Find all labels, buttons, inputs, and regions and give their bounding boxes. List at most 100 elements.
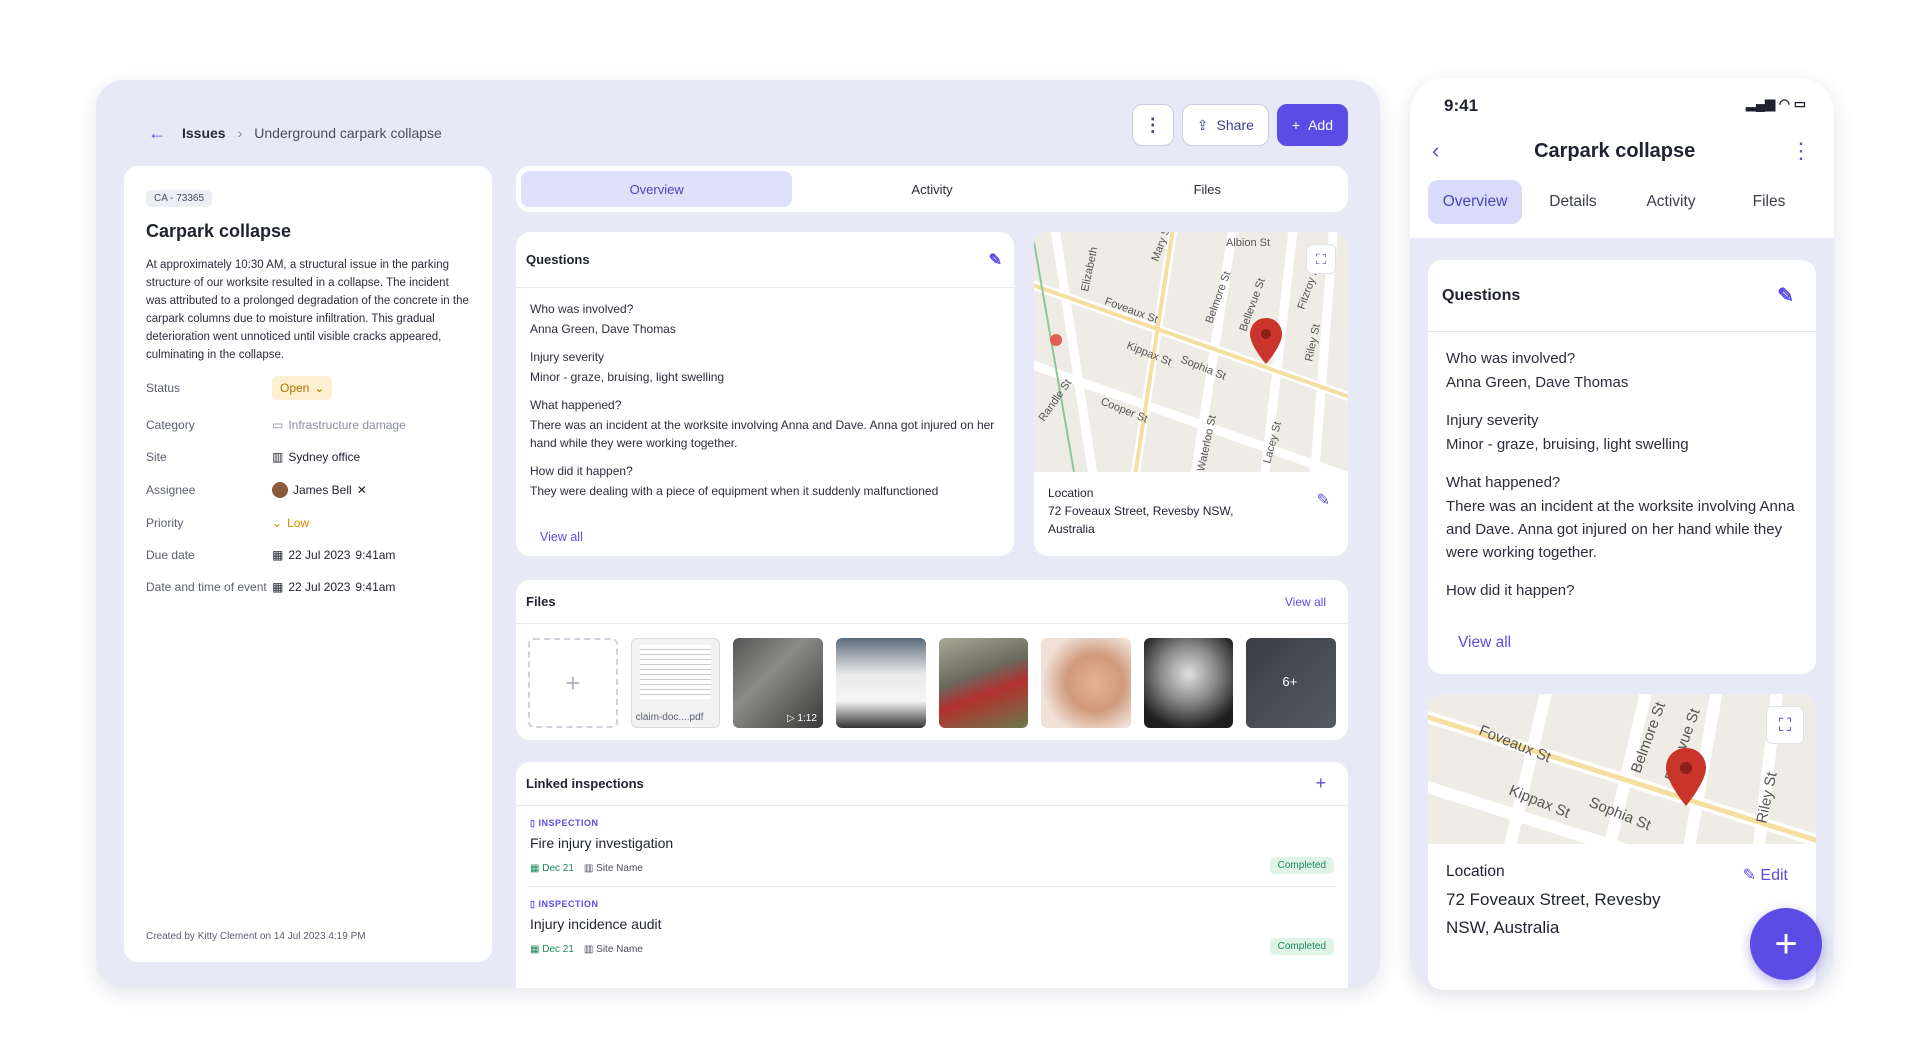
more-files-thumb[interactable]: 6+: [1246, 638, 1337, 728]
prop-event: Date and time of event ▦ 22 Jul 2023 9:41am: [146, 580, 470, 594]
mobile-tab-bar: Overview Details Activity Files: [1410, 164, 1834, 224]
view-all-link[interactable]: View all: [540, 530, 583, 544]
map[interactable]: Foveaux St Belmore St Bellevue St Kippax…: [1428, 694, 1816, 844]
clipboard-icon: ▯: [530, 818, 536, 828]
tab-overview[interactable]: Overview: [1428, 180, 1522, 224]
prop-status: Status Open ⌄: [146, 376, 470, 400]
signal-battery-icon: ▂▄▆ ◠ ▭: [1745, 96, 1806, 111]
priority-value[interactable]: ⌄ Low: [272, 516, 309, 530]
fullscreen-icon[interactable]: ⛶: [1766, 706, 1804, 744]
pencil-icon[interactable]: ✎: [989, 250, 1002, 270]
tab-files[interactable]: Files: [1722, 180, 1816, 224]
file-thumb-image[interactable]: [835, 638, 926, 728]
prop-label: Priority: [146, 516, 184, 530]
site-text: Sydney office: [288, 450, 361, 464]
chevron-right-icon: ›: [237, 125, 243, 141]
file-thumb-doc[interactable]: claim-doc....pdf: [630, 638, 721, 728]
location-label: Location: [1048, 486, 1094, 500]
tag-icon: ▭: [272, 418, 284, 432]
location-address: 72 Foveaux Street, Revesby NSW, Australi…: [1446, 890, 1661, 937]
fullscreen-icon[interactable]: ⛶: [1306, 244, 1336, 274]
pencil-icon[interactable]: ✎: [1317, 492, 1330, 510]
arrow-left-icon[interactable]: ←: [148, 123, 170, 144]
question-item: How did it happen? They were dealing with…: [530, 464, 1000, 500]
prop-category: Category ▭ Infrastructure damage: [146, 418, 470, 432]
linked-inspections-card: Linked inspections + ▯ INSPECTION Fire in…: [516, 762, 1348, 988]
questions-title: Questions: [526, 252, 590, 267]
inspection-label: INSPECTION: [538, 899, 599, 909]
created-by-text: Created by Kitty Clement on 14 Jul 2023 …: [146, 931, 366, 942]
file-thumb-image[interactable]: [938, 638, 1029, 728]
add-button[interactable]: + Add: [1276, 104, 1348, 146]
more-button[interactable]: ⋮: [1131, 104, 1174, 146]
files-view-all-link[interactable]: View all: [1285, 595, 1326, 609]
issue-details-panel: CA - 73365 Carpark collapse At approxima…: [124, 166, 492, 962]
site-value[interactable]: ▥ Sydney office: [272, 450, 360, 464]
avatar: [272, 482, 288, 498]
plus-icon: +: [1291, 117, 1301, 133]
file-thumb-image[interactable]: [1143, 638, 1234, 728]
close-icon[interactable]: ✕: [357, 483, 367, 497]
edit-button[interactable]: ✎ Edit: [1743, 862, 1788, 890]
question-text: What happened?: [1446, 474, 1561, 491]
tab-details[interactable]: Details: [1526, 180, 1620, 224]
share-button[interactable]: ⇪ Share: [1181, 104, 1269, 146]
building-icon: ▥: [272, 450, 284, 464]
tab-files[interactable]: Files: [1072, 171, 1343, 207]
due-value[interactable]: ▦ 22 Jul 2023 9:41am: [272, 548, 395, 562]
chevron-left-icon[interactable]: ‹: [1432, 138, 1439, 164]
question-text: Who was involved?: [530, 302, 634, 316]
inspection-item[interactable]: ▯ INSPECTION Fire injury investigation ▦…: [528, 806, 1336, 887]
assignee-name: James Bell: [293, 483, 352, 497]
assignee-value[interactable]: James Bell ✕: [272, 482, 367, 498]
chevron-down-icon: ⌄: [314, 381, 325, 395]
location-address: 72 Foveaux Street, Revesby NSW, Australi…: [1048, 504, 1234, 536]
desktop-window: ← Issues › Underground carpark collapse …: [96, 80, 1380, 988]
map-graphic: Foveaux St Belmore St Bellevue St Kippax…: [1428, 694, 1816, 844]
prop-assignee: Assignee James Bell ✕: [146, 482, 470, 498]
question-item: Injury severity Minor - graze, bruising, …: [1446, 412, 1798, 456]
event-value[interactable]: ▦ 22 Jul 2023 9:41am: [272, 580, 395, 594]
file-thumb-video[interactable]: ▷ 1:12: [733, 638, 823, 728]
view-all-link[interactable]: View all: [1458, 634, 1511, 652]
breadcrumb-current: Underground carpark collapse: [254, 125, 442, 141]
add-fab-button[interactable]: +: [1750, 908, 1822, 980]
file-thumb-image[interactable]: [1041, 638, 1131, 728]
files-title: Files: [526, 594, 556, 609]
issue-title: Carpark collapse: [146, 221, 292, 241]
tab-activity[interactable]: Activity: [796, 171, 1067, 207]
prop-due: Due date ▦ 22 Jul 2023 9:41am: [146, 548, 470, 562]
map[interactable]: Elizabeth Mary St Albion St Foveaux St B…: [1034, 232, 1348, 472]
question-item: Who was involved? Anna Green, Dave Thomas: [1446, 350, 1798, 394]
more-vertical-icon[interactable]: ⋮: [1790, 138, 1812, 164]
due-time: 9:41am: [355, 548, 396, 562]
answer-text: There was an incident at the worksite in…: [530, 418, 995, 450]
answer-text: Anna Green, Dave Thomas: [1446, 374, 1629, 391]
play-icon: ▷: [786, 713, 795, 724]
question-text: Injury severity: [1446, 412, 1539, 429]
event-date: 22 Jul 2023: [288, 580, 351, 594]
add-file-button[interactable]: +: [528, 638, 618, 728]
map-graphic: Elizabeth Mary St Albion St Foveaux St B…: [1034, 232, 1348, 472]
status-value: Open: [280, 381, 310, 395]
answer-text: Minor - graze, bruising, light swelling: [530, 370, 725, 384]
tab-activity[interactable]: Activity: [1624, 180, 1718, 224]
tab-overview[interactable]: Overview: [521, 171, 793, 207]
breadcrumb-parent[interactable]: Issues: [182, 125, 226, 141]
answer-text: There was an incident at the worksite in…: [1446, 498, 1795, 561]
pencil-icon[interactable]: ✎: [1777, 283, 1794, 308]
calendar-icon: ▦: [530, 863, 540, 874]
clipboard-icon: ▯: [530, 899, 536, 909]
more-vertical-icon: ⋮: [1143, 114, 1162, 135]
tab-bar: Overview Activity Files: [516, 166, 1348, 212]
status-dropdown[interactable]: Open ⌄: [272, 376, 333, 400]
calendar-icon: ▦: [272, 580, 284, 594]
inspection-item[interactable]: ▯ INSPECTION Injury incidence audit ▦ De…: [528, 887, 1336, 967]
plus-icon[interactable]: +: [1315, 773, 1326, 794]
question-item: Who was involved? Anna Green, Dave Thomas: [530, 302, 1000, 338]
prop-label: Site: [146, 450, 167, 464]
issue-id-badge: CA - 73365: [146, 190, 213, 207]
category-value[interactable]: ▭ Infrastructure damage: [272, 418, 406, 432]
file-name: claim-doc....pdf: [635, 712, 704, 723]
questions-card: Questions ✎ Who was involved? Anna Green, …: [516, 232, 1014, 556]
